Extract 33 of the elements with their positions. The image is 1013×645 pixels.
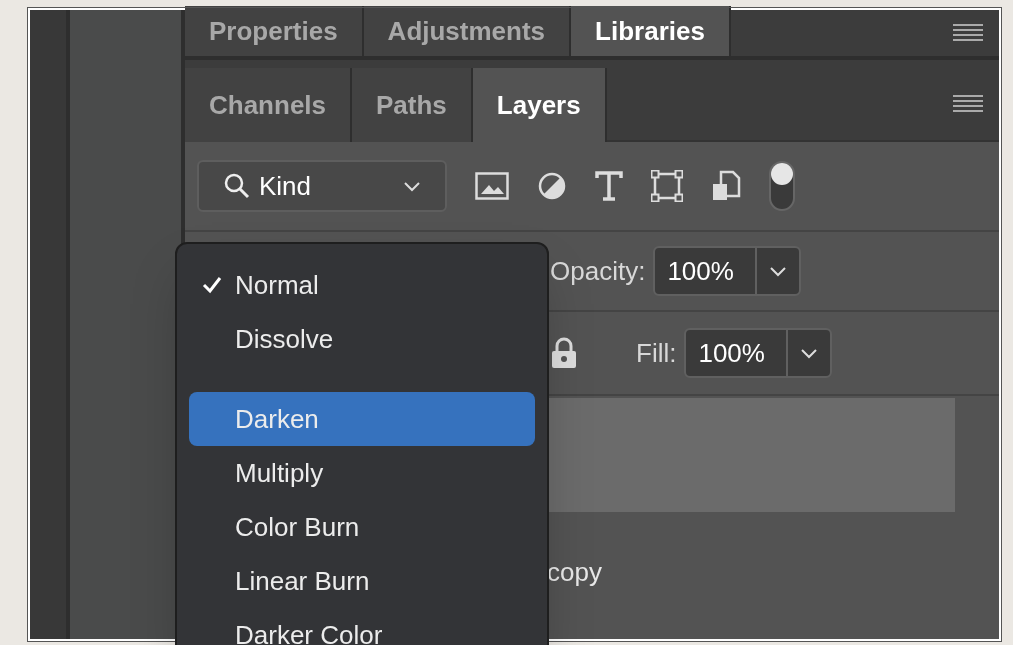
menu-item[interactable]: Normal: [189, 258, 535, 312]
shape-icon[interactable]: [651, 170, 683, 202]
filter-dropdown[interactable]: Kind: [197, 160, 447, 212]
panel-tab[interactable]: Channels: [185, 68, 353, 142]
search-icon: [223, 172, 251, 200]
checkmark-icon: [202, 276, 222, 294]
image-icon[interactable]: [475, 172, 509, 200]
panel-tab[interactable]: Layers: [472, 68, 607, 142]
menu-item[interactable]: Dissolve: [189, 312, 535, 366]
value-text: 100%: [686, 330, 789, 376]
value-text: 100%: [655, 248, 758, 294]
panel-tab[interactable]: Libraries: [571, 6, 731, 56]
chevron-down-icon: [403, 180, 421, 192]
value-field[interactable]: 100%: [684, 328, 833, 378]
panel-tab[interactable]: Adjustments: [363, 6, 572, 56]
opacity-label: Opacity:: [550, 254, 646, 288]
filter-toggle[interactable]: [769, 161, 795, 211]
panel-tab[interactable]: Properties: [185, 6, 364, 56]
menu-icon[interactable]: [953, 23, 983, 43]
chevron-down-icon: [800, 347, 819, 359]
smart-object-icon[interactable]: [711, 170, 741, 202]
panel-tab[interactable]: Paths: [352, 68, 473, 142]
menu-item[interactable]: Linear Burn: [189, 554, 535, 608]
half-circle-icon[interactable]: [537, 171, 567, 201]
chevron-down-icon: [769, 265, 788, 277]
menu-icon[interactable]: [953, 94, 983, 114]
value-field[interactable]: 100%: [653, 246, 802, 296]
type-icon[interactable]: [595, 171, 623, 201]
lock-icon[interactable]: [550, 337, 578, 369]
menu-item[interactable]: Darken: [189, 392, 535, 446]
layer-name: copy: [547, 555, 602, 589]
fill-label: Fill:: [636, 336, 677, 370]
menu-item[interactable]: Multiply: [189, 446, 535, 500]
